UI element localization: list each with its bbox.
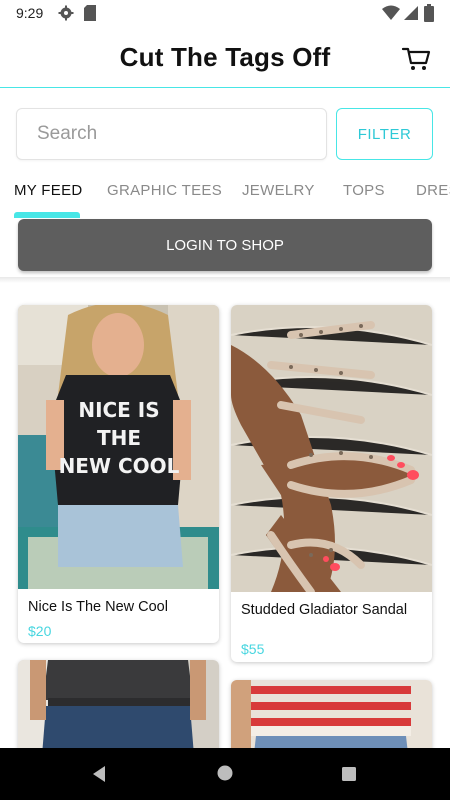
category-tabs: MY FEED GRAPHIC TEES JEWELRY TOPS DRESSE… xyxy=(0,170,450,218)
status-bar: 9:29 xyxy=(0,0,450,28)
divider xyxy=(0,277,450,283)
battery-icon xyxy=(424,4,434,22)
shirt-text-line-2: THE xyxy=(97,426,141,450)
app-header: Cut The Tags Off xyxy=(0,28,450,88)
product-photo: NICE IS THE NEW COOL xyxy=(18,305,219,589)
product-image[interactable] xyxy=(231,305,432,592)
product-name[interactable]: Studded Gladiator Sandal xyxy=(241,602,421,618)
product-name[interactable]: Nice Is The New Cool xyxy=(28,599,168,615)
search-input[interactable] xyxy=(16,108,327,160)
signal-icon xyxy=(404,6,418,20)
shirt-text-line-3: NEW COOL xyxy=(59,454,180,478)
filter-button[interactable]: FILTER xyxy=(336,108,433,160)
tab-tops[interactable]: TOPS xyxy=(343,182,385,199)
product-price: $55 xyxy=(241,641,265,657)
app-title: Cut The Tags Off xyxy=(119,42,331,72)
cart-icon[interactable] xyxy=(400,42,432,74)
shirt-text-line-1: NICE IS xyxy=(78,398,159,422)
login-to-shop-button[interactable]: LOGIN TO SHOP xyxy=(18,219,432,271)
product-price: $20 xyxy=(28,623,52,639)
tab-dresses[interactable]: DRESSES xyxy=(416,182,450,199)
system-nav-bar xyxy=(0,748,450,800)
active-tab-indicator xyxy=(14,212,80,218)
sd-card-icon xyxy=(84,5,96,21)
product-card[interactable]: NICE IS THE NEW COOL Nice Is The New Coo… xyxy=(18,305,219,643)
tab-jewelry[interactable]: JEWELRY xyxy=(242,182,315,199)
tab-my-feed[interactable]: MY FEED xyxy=(14,182,83,199)
status-time: 9:29 xyxy=(16,5,44,21)
product-card[interactable]: Studded Gladiator Sandal $55 xyxy=(231,305,432,662)
product-photo xyxy=(231,305,432,592)
home-icon[interactable] xyxy=(216,764,234,782)
tab-graphic-tees[interactable]: GRAPHIC TEES xyxy=(107,182,222,199)
product-image[interactable]: NICE IS THE NEW COOL xyxy=(18,305,219,589)
back-icon[interactable] xyxy=(89,764,109,784)
gear-icon xyxy=(58,5,74,21)
recents-icon[interactable] xyxy=(340,765,358,783)
wifi-icon xyxy=(382,5,400,20)
